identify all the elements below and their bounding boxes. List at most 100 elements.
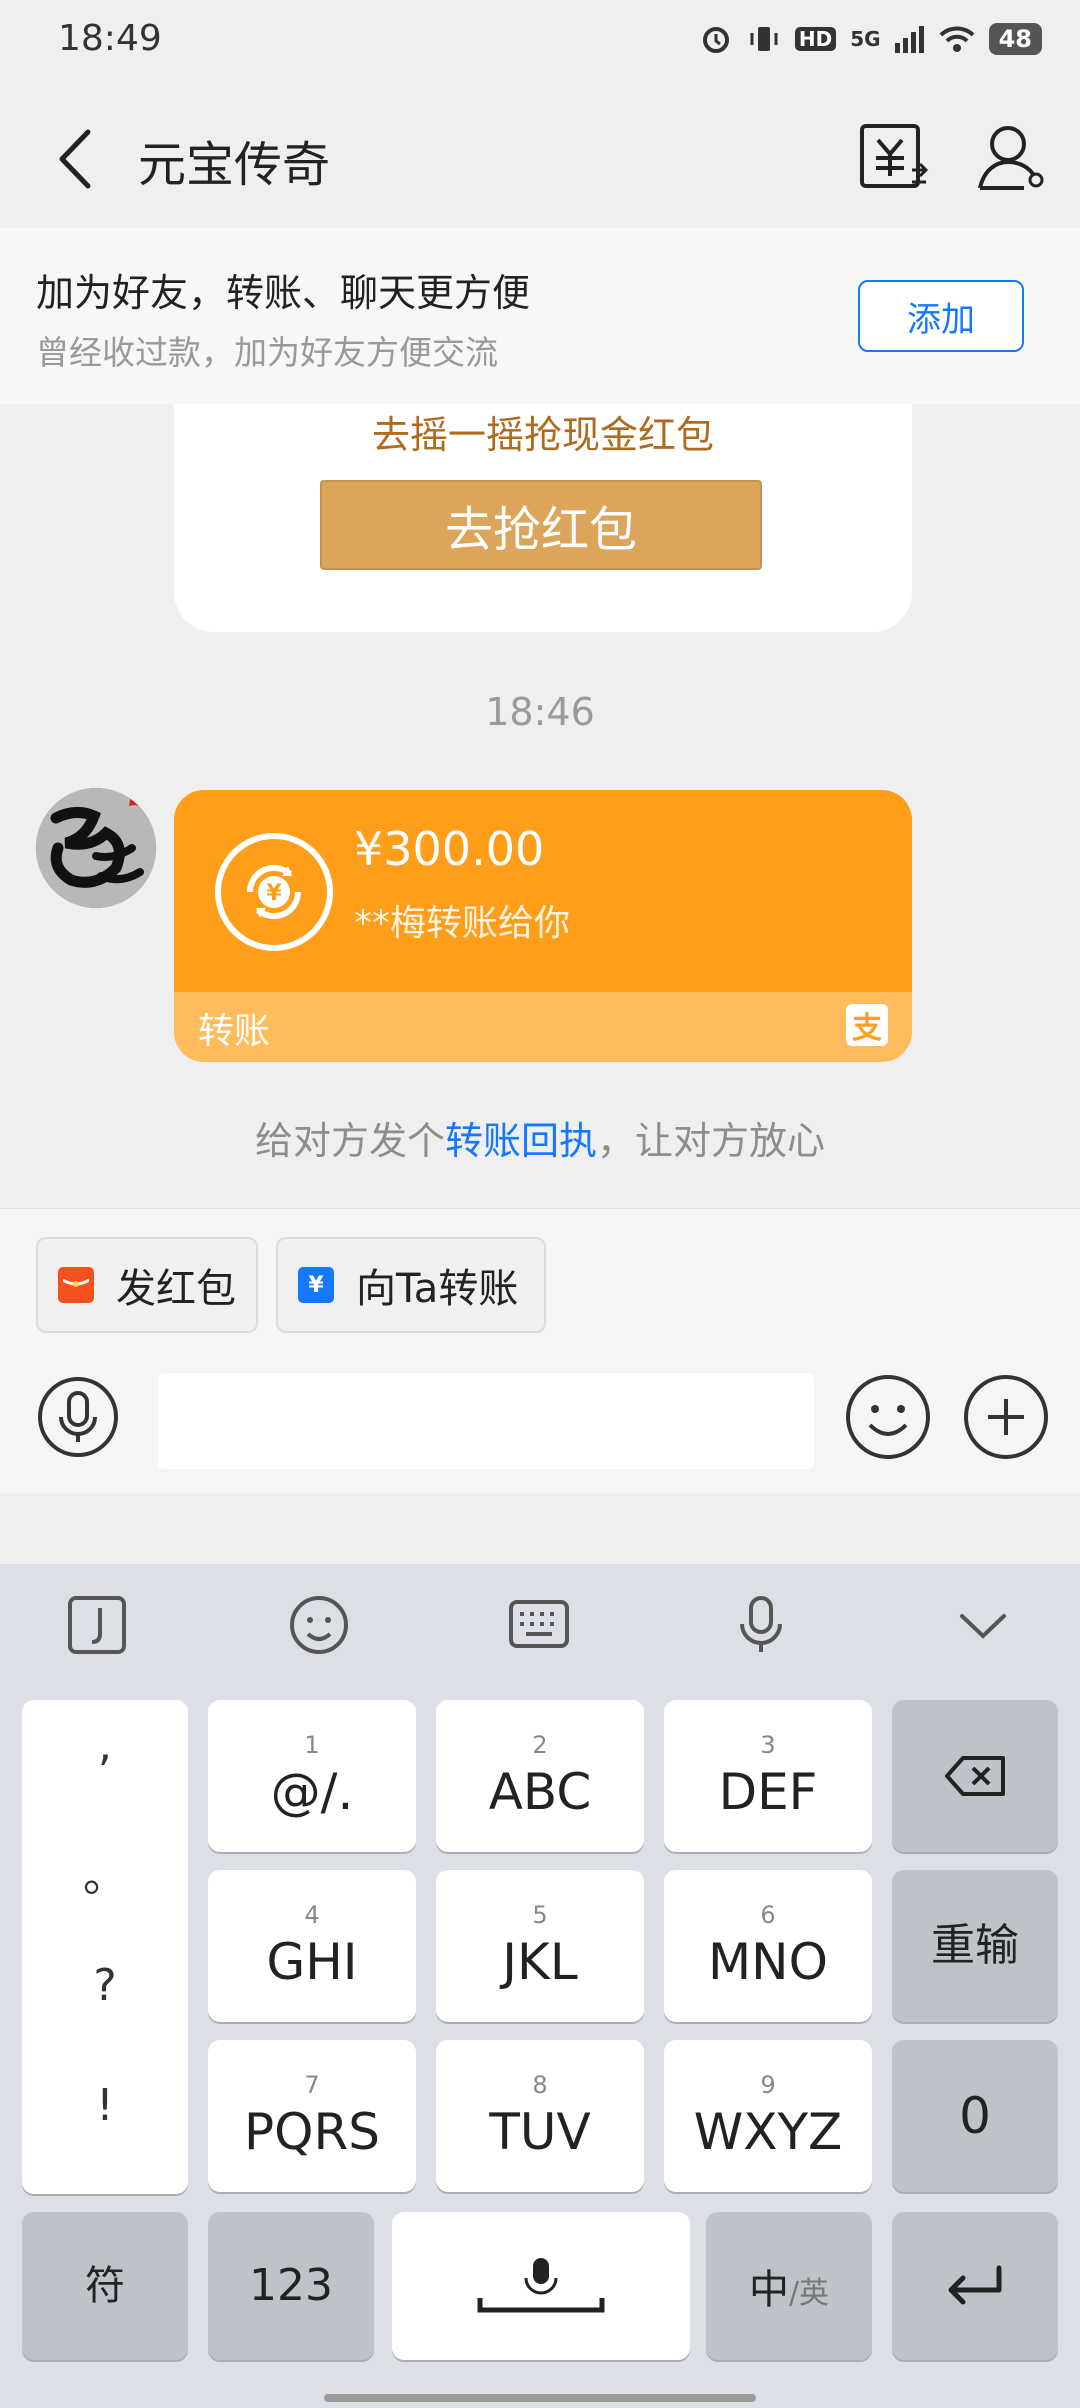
symbol-key[interactable]: 符 [22,2212,188,2360]
key-number: 5 [532,1901,548,1929]
key-number: 1 [304,1731,320,1759]
key-letters: WXYZ [693,2103,843,2161]
punctuation-column[interactable]: , 。 ? ! [22,1700,188,2194]
key-letters: JKL [502,1933,578,1991]
plus-icon[interactable] [962,1373,1050,1461]
key-8[interactable]: 8 TUV [436,2040,644,2192]
receipt-post: ，让对方放心 [597,1119,826,1163]
status-icons: HD 5G 48 [699,22,1042,56]
message-timestamp: 18:46 [485,690,595,734]
battery-indicator: 48 [988,23,1042,55]
alarm-icon [702,27,729,53]
red-packet-text: 去摇一摇抢现金红包 [371,413,714,457]
status-bar: 18:49 HD 5G 48 [0,0,1080,80]
network-label: 5G [850,27,881,51]
punct-exclaim[interactable]: ! [22,2080,188,2131]
signal-icon [894,26,924,53]
key-9[interactable]: 9 WXYZ [664,2040,872,2192]
reinput-key[interactable]: 重输 [892,1870,1058,2022]
wifi-icon [939,26,974,52]
input-area: 发红包 ¥ 向Ta转账 [0,1208,1080,1493]
key-1[interactable]: 1 @/. [208,1700,416,1852]
keyboard-voice-icon[interactable] [728,1592,794,1658]
number-mode-label: 123 [249,2260,333,2311]
symbol-label: 符 [85,2263,125,2309]
avatar[interactable] [36,788,156,908]
space-key[interactable] [392,2212,690,2360]
send-red-packet-button[interactable]: 发红包 [36,1237,258,1333]
key-letters: DEF [718,1763,818,1821]
transfer-amount: ¥300.00 [354,822,545,876]
reinput-label: 重输 [931,1920,1019,1971]
key-number: 2 [532,1731,548,1759]
chat-title: 元宝传奇 [138,137,331,193]
keyboard-emoji-icon[interactable] [286,1592,352,1658]
key-letters: ABC [488,1763,592,1821]
language-switch-label: 中/英 [749,2257,829,2315]
transfer-money-icon[interactable] [856,120,932,196]
key-letters: @/. [270,1763,354,1821]
keyboard: , 。 ? ! 1 @/. 2 ABC 3 DEF 4 GHI 5 JKL 6 MNO 重输… [0,1564,1080,2408]
key-number: 7 [304,2071,320,2099]
key-4[interactable]: 4 GHI [208,1870,416,2022]
keyboard-logo-icon[interactable] [64,1592,130,1658]
key-number: 9 [760,2071,776,2099]
transfer-footer: 转账 支 [174,992,912,1062]
number-mode-key[interactable]: 123 [208,2212,374,2360]
send-red-packet-label: 发红包 [116,1266,236,1312]
key-0[interactable]: 0 [892,2040,1058,2192]
svg-text:¥: ¥ [266,881,282,906]
back-icon[interactable] [48,124,108,194]
dragon-avatar-image [36,788,156,908]
backspace-key[interactable] [892,1700,1058,1852]
status-time: 18:49 [58,18,162,59]
voice-input-icon[interactable] [36,1375,120,1459]
key-number: 8 [532,2071,548,2099]
key-2[interactable]: 2 ABC [436,1700,644,1852]
lang-zh: 中 [748,2267,789,2313]
transfer-receipt-hint: 给对方发个转账回执，让对方放心 [0,1110,1080,1165]
lang-en: /英 [788,2276,830,2311]
key-number: 4 [304,1901,320,1929]
emoji-icon[interactable] [844,1373,932,1461]
key-3[interactable]: 3 DEF [664,1700,872,1852]
banner-subtitle: 曾经收过款，加为好友方便交流 [36,333,498,372]
receipt-pre: 给对方发个 [254,1119,445,1163]
punct-question[interactable]: ? [22,1960,188,2011]
keyboard-collapse-icon[interactable] [950,1592,1016,1658]
key-letters: PQRS [244,2103,380,2161]
space-voice-icon [477,2258,605,2313]
punct-period[interactable]: 。 [22,1840,188,1904]
transfer-main: ¥ ¥300.00 **梅转账给你 [174,790,912,992]
hd-badge: HD [794,27,837,51]
vibrate-icon [750,27,778,51]
red-packet-icon [58,1267,94,1303]
key-6[interactable]: 6 MNO [664,1870,872,2022]
home-indicator[interactable] [324,2394,756,2402]
language-switch-key[interactable]: 中/英 [706,2212,872,2360]
key-number: 6 [760,1901,776,1929]
key-5[interactable]: 5 JKL [436,1870,644,2022]
punct-comma[interactable]: , [22,1720,188,1771]
transfer-to-them-button[interactable]: ¥ 向Ta转账 [276,1237,546,1333]
transfer-to-them-label: 向Ta转账 [356,1266,519,1312]
profile-icon[interactable] [974,120,1050,196]
message-input[interactable] [158,1373,814,1469]
alipay-icon: 支 [846,1004,888,1046]
enter-icon [948,2265,1002,2305]
add-friend-banner: 加为好友，转账、聊天更方便 曾经收过款，加为好友方便交流 添加 [0,228,1080,404]
enter-key[interactable] [892,2212,1058,2360]
key-letters: TUV [489,2103,591,2161]
red-packet-card: 去摇一摇抢现金红包 去抢红包 [174,404,912,632]
transfer-receipt-link[interactable]: 转账回执 [445,1119,597,1163]
transfer-description: **梅转账给你 [354,903,571,944]
key-letters: MNO [708,1933,828,1991]
grab-red-packet-button[interactable]: 去抢红包 [320,480,762,570]
keyboard-layout-icon[interactable] [506,1592,572,1658]
add-friend-button[interactable]: 添加 [858,280,1024,352]
transfer-message[interactable]: ¥ ¥300.00 **梅转账给你 转账 支 [174,790,912,1062]
backspace-icon [945,1756,1005,1796]
transfer-label: 转账 [198,1011,271,1052]
key-7[interactable]: 7 PQRS [208,2040,416,2192]
key-zero-label: 0 [959,2087,991,2145]
